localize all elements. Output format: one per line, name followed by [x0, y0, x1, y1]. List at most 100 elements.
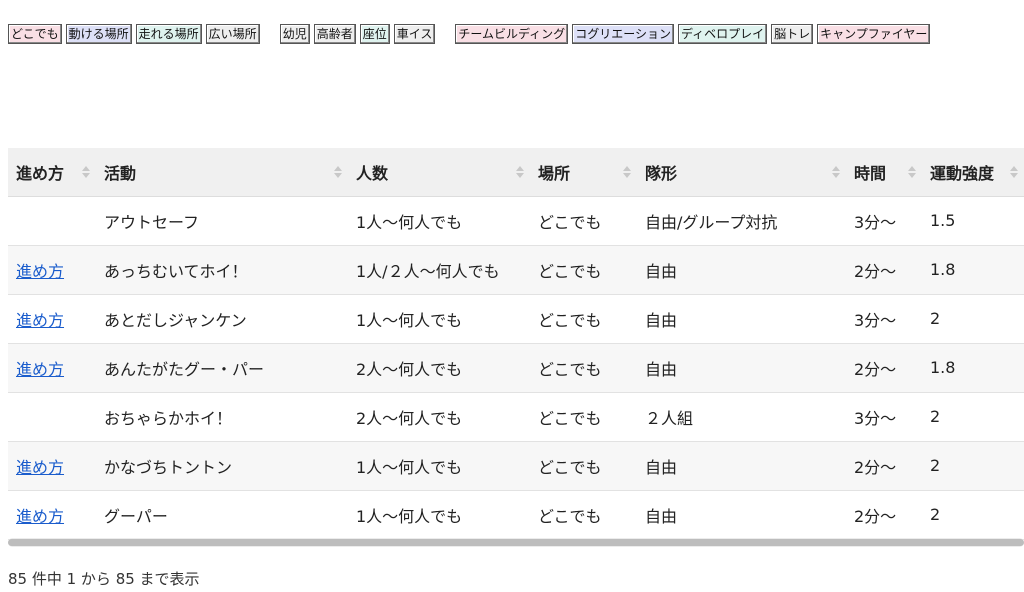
column-header-people[interactable]: 人数 — [348, 148, 530, 197]
sort-icon[interactable] — [334, 165, 342, 178]
table-row: 進め方 あんたがたグー・パー 2人〜何人でも どこでも 自由 2分〜 1.8 — [8, 343, 1024, 392]
column-header-label: 場所 — [538, 163, 571, 183]
cell-activity: あっちむいてホイ！ — [104, 261, 248, 281]
activity-table-container: 進め方 活動 人数 場所 隊形 時間 運動強度 アウトセーフ 1人〜何人でも どこで… — [8, 148, 1024, 540]
cell-place: どこでも — [538, 408, 602, 428]
cell-time: 3分〜 — [854, 310, 897, 330]
sort-icon[interactable] — [516, 165, 524, 178]
cell-place: どこでも — [538, 310, 602, 330]
cell-activity: アウトセーフ — [104, 212, 200, 232]
cell-howto: 進め方 — [8, 490, 96, 539]
column-header-formation[interactable]: 隊形 — [637, 148, 846, 197]
table-row: 進め方 かなづちトントン 1人〜何人でも どこでも 自由 2分〜 2 — [8, 441, 1024, 490]
cell-people: 2人〜何人でも — [356, 408, 463, 428]
column-header-howto[interactable]: 進め方 — [8, 148, 96, 197]
filter-tag[interactable]: 広い場所 — [205, 23, 260, 44]
scrollbar-thumb[interactable] — [8, 539, 1024, 546]
column-header-label: 人数 — [356, 163, 389, 183]
cell-people: 1人〜何人でも — [356, 506, 463, 526]
cell-howto: 進め方 — [8, 245, 96, 294]
table-row: おちゃらかホイ！ 2人〜何人でも どこでも ２人組 3分〜 2 — [8, 392, 1024, 441]
column-header-place[interactable]: 場所 — [530, 148, 637, 197]
cell-place: どこでも — [538, 506, 602, 526]
filter-tag[interactable]: 座位 — [359, 23, 390, 44]
sort-icon[interactable] — [623, 165, 631, 178]
howto-link[interactable]: 進め方 — [16, 507, 64, 526]
column-header-activity[interactable]: 活動 — [96, 148, 348, 197]
table-info: 85 件中 1 から 85 まで表示 — [8, 570, 200, 588]
cell-intensity: 1.8 — [930, 358, 956, 377]
horizontal-scrollbar[interactable] — [8, 538, 1024, 547]
cell-howto: 進め方 — [8, 294, 96, 343]
cell-howto — [8, 196, 96, 245]
filter-group-purpose: チームビルディング コグリエーション ディベロプレイ 脳トレ キャンプファイヤー — [455, 23, 934, 44]
filter-bar: どこでも 動ける場所 走れる場所 広い場所 幼児 高齢者 座位 車イス チームビルディングコ… — [8, 22, 934, 44]
cell-place: どこでも — [538, 457, 602, 477]
cell-formation: 自由 — [645, 310, 678, 330]
howto-link[interactable]: 進め方 — [16, 458, 64, 477]
cell-formation: 自由 — [645, 261, 678, 281]
cell-howto: 進め方 — [8, 441, 96, 490]
column-header-label: 活動 — [104, 163, 137, 183]
cell-time: 2分〜 — [854, 457, 897, 477]
column-header-label: 時間 — [854, 163, 887, 183]
filter-group-participants: 幼児 高齢者 座位 車イス — [279, 23, 440, 44]
cell-people: 1人/２人〜何人でも — [356, 261, 500, 281]
cell-activity: かなづちトントン — [104, 457, 233, 477]
column-header-time[interactable]: 時間 — [846, 148, 922, 197]
cell-intensity: 1.8 — [930, 260, 956, 279]
table-row: 進め方 あとだしジャンケン 1人〜何人でも どこでも 自由 3分〜 2 — [8, 294, 1024, 343]
table-row: 進め方 あっちむいてホイ！ 1人/２人〜何人でも どこでも 自由 2分〜 1.8 — [8, 245, 1024, 294]
cell-howto: 進め方 — [8, 343, 96, 392]
column-header-label: 進め方 — [16, 163, 65, 183]
cell-place: どこでも — [538, 359, 602, 379]
cell-people: 1人〜何人でも — [356, 212, 463, 232]
column-header-label: 隊形 — [645, 163, 678, 183]
filter-tag[interactable]: 車イス — [393, 23, 436, 44]
cell-people: 1人〜何人でも — [356, 310, 463, 330]
filter-tag[interactable]: チームビルディング — [455, 23, 569, 44]
cell-activity: グーパー — [104, 506, 168, 526]
cell-intensity: 1.5 — [930, 211, 956, 230]
activity-table: 進め方 活動 人数 場所 隊形 時間 運動強度 アウトセーフ 1人〜何人でも どこで… — [8, 148, 1024, 540]
cell-people: 1人〜何人でも — [356, 457, 463, 477]
table-header-row: 進め方 活動 人数 場所 隊形 時間 運動強度 — [8, 148, 1024, 197]
filter-tag[interactable]: 幼児 — [279, 23, 310, 44]
filter-tag[interactable]: どこでも — [8, 23, 62, 44]
howto-link[interactable]: 進め方 — [16, 262, 64, 281]
table-body: アウトセーフ 1人〜何人でも どこでも 自由/グループ対抗 3分〜 1.5 進め方 あっちむい… — [8, 196, 1024, 539]
cell-intensity: 2 — [930, 407, 941, 426]
cell-place: どこでも — [538, 261, 602, 281]
cell-time: 2分〜 — [854, 261, 897, 281]
sort-icon[interactable] — [1010, 165, 1018, 178]
cell-intensity: 2 — [930, 505, 941, 524]
filter-tag[interactable]: 脳トレ — [771, 23, 814, 44]
cell-time: 3分〜 — [854, 408, 897, 428]
cell-formation: ２人組 — [645, 408, 694, 428]
table-row: アウトセーフ 1人〜何人でも どこでも 自由/グループ対抗 3分〜 1.5 — [8, 196, 1024, 245]
howto-link[interactable]: 進め方 — [16, 311, 64, 330]
sort-icon[interactable] — [832, 165, 840, 178]
column-header-intensity[interactable]: 運動強度 — [922, 148, 1024, 197]
sort-icon[interactable] — [82, 165, 90, 178]
cell-activity: あんたがたグー・パー — [104, 359, 265, 379]
column-header-label: 運動強度 — [930, 163, 995, 183]
cell-formation: 自由 — [645, 359, 678, 379]
filter-tag[interactable]: コグリエーション — [572, 23, 674, 44]
cell-intensity: 2 — [930, 309, 941, 328]
filter-tag[interactable]: 高齢者 — [313, 23, 356, 44]
filter-tag[interactable]: ディベロプレイ — [677, 23, 768, 44]
filter-tag[interactable]: 動ける場所 — [65, 23, 132, 44]
cell-place: どこでも — [538, 212, 602, 232]
filter-tag[interactable]: キャンプファイヤー — [817, 23, 931, 44]
filter-tag[interactable]: 走れる場所 — [135, 23, 202, 44]
cell-activity: あとだしジャンケン — [104, 310, 247, 330]
sort-icon[interactable] — [908, 165, 916, 178]
cell-time: 3分〜 — [854, 212, 897, 232]
cell-howto — [8, 392, 96, 441]
howto-link[interactable]: 進め方 — [16, 360, 64, 379]
cell-formation: 自由/グループ対抗 — [645, 212, 778, 232]
cell-activity: おちゃらかホイ！ — [104, 408, 233, 428]
table-row: 進め方 グーパー 1人〜何人でも どこでも 自由 2分〜 2 — [8, 490, 1024, 539]
cell-time: 2分〜 — [854, 359, 897, 379]
